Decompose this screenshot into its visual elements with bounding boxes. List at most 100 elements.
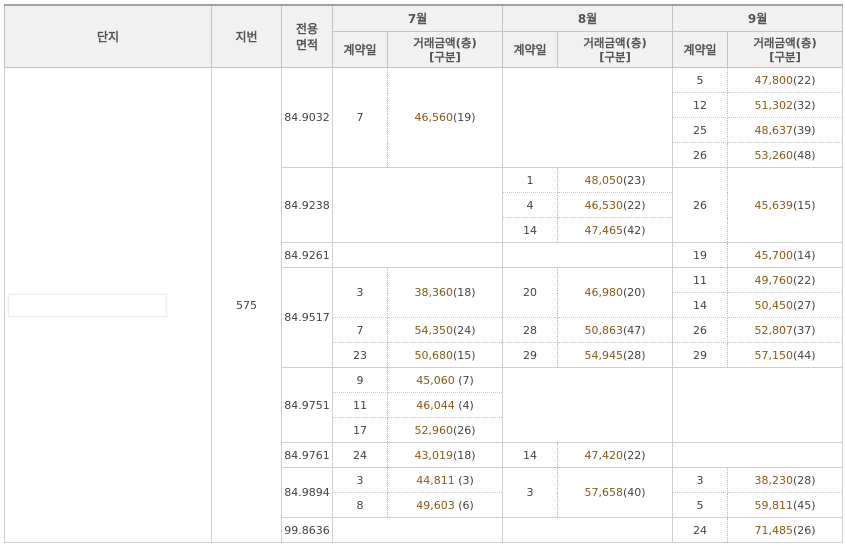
contract-day: 3: [332, 267, 388, 318]
floor-number: (47): [622, 323, 646, 337]
floor-number: (7): [454, 373, 474, 387]
price-amount: 57,150: [754, 348, 793, 362]
price-amount: 46,530: [584, 198, 623, 212]
jibun-cell: 575: [211, 67, 282, 543]
empty-cell: [502, 242, 674, 268]
trade-price: 52,807(37): [727, 317, 844, 343]
price-amount: 48,637: [754, 123, 793, 137]
price-amount: 54,945: [584, 348, 623, 362]
header-month-sep: 9월: [672, 4, 844, 32]
floor-number: (32): [792, 98, 816, 112]
trade-price: 50,450(27): [727, 292, 844, 318]
contract-day: 7: [332, 67, 388, 168]
floor-number: (15): [452, 348, 476, 362]
trade-price: 49,760(22): [727, 267, 844, 293]
price-amount: 49,760: [754, 273, 793, 287]
area-cell: 84.9751: [281, 367, 333, 443]
empty-cell: [672, 442, 844, 468]
header-price-line1: 거래금액(층): [413, 35, 477, 50]
contract-day: 3: [332, 467, 388, 493]
floor-number: (28): [622, 348, 646, 362]
contract-day: 20: [502, 267, 559, 318]
trade-price: 46,530(22): [557, 192, 674, 218]
header-price-aug: 거래금액(층) [구분]: [557, 31, 674, 68]
contract-day: 9: [332, 367, 388, 393]
price-amount: 38,360: [414, 286, 453, 299]
contract-day: 5: [672, 67, 729, 93]
floor-number: (3): [454, 473, 474, 487]
floor-number: (24): [452, 323, 476, 337]
area-cell: 84.9517: [281, 267, 333, 368]
complex-name-cell: [4, 67, 212, 543]
floor-number: (20): [622, 286, 646, 299]
price-amount: 53,260: [754, 148, 793, 162]
floor-number: (48): [792, 148, 816, 162]
price-amount: 50,680: [414, 348, 453, 362]
trade-price: 43,019(18): [387, 442, 504, 468]
price-amount: 51,302: [754, 98, 793, 112]
price-amount: 45,639: [754, 198, 793, 212]
header-jibun: 지번: [211, 4, 282, 68]
header-day-aug: 계약일: [502, 31, 559, 68]
trade-price: 46,044 (4): [387, 392, 504, 418]
price-amount: 59,811: [754, 498, 793, 512]
trade-price: 46,980(20): [557, 267, 674, 318]
price-amount: 47,800: [754, 73, 793, 87]
header-price-line2: [구분]: [599, 49, 631, 64]
header-price-line1: 거래금액(층): [753, 35, 817, 50]
empty-cell: [502, 367, 674, 443]
price-amount: 47,420: [584, 448, 623, 462]
floor-number: (22): [792, 273, 816, 287]
floor-number: (22): [792, 73, 816, 87]
area-cell: 84.9761: [281, 442, 333, 468]
floor-number: (18): [452, 448, 476, 462]
empty-cell: [332, 167, 504, 243]
empty-cell: [502, 67, 674, 168]
floor-number: (27): [792, 298, 816, 312]
trade-price: 38,360(18): [387, 267, 504, 318]
trade-price: 52,960(26): [387, 417, 504, 443]
header-month-jul: 7월: [331, 4, 504, 32]
price-amount: 38,230: [754, 473, 793, 487]
contract-day: 8: [332, 492, 388, 518]
area-cell: 84.9261: [281, 242, 333, 268]
trade-price: 50,680(15): [387, 342, 504, 368]
area-cell: 84.9032: [281, 67, 333, 168]
trade-price: 57,150(44): [727, 342, 844, 368]
empty-cell: [502, 517, 674, 543]
floor-number: (6): [454, 498, 474, 512]
trade-price: 50,863(47): [557, 317, 674, 343]
contract-day: 4: [502, 192, 559, 218]
header-price-sep: 거래금액(층) [구분]: [727, 31, 844, 68]
contract-day: 12: [672, 92, 729, 118]
floor-number: (22): [622, 198, 646, 212]
header-month-aug: 8월: [502, 4, 674, 32]
contract-day: 26: [672, 317, 729, 343]
contract-day: 29: [672, 342, 729, 368]
empty-cell: [672, 367, 844, 443]
contract-day: 26: [672, 142, 729, 168]
trade-price: 47,465(42): [557, 217, 674, 243]
contract-day: 14: [502, 442, 559, 468]
complex-name-redacted: [8, 293, 167, 317]
floor-number: (23): [622, 173, 646, 187]
contract-day: 11: [332, 392, 388, 418]
floor-number: (37): [792, 323, 816, 337]
contract-day: 25: [672, 117, 729, 143]
contract-day: 7: [332, 317, 388, 343]
trade-price: 53,260(48): [727, 142, 844, 168]
contract-day: 14: [502, 217, 559, 243]
price-amount: 45,060: [416, 373, 455, 387]
contract-day: 5: [672, 492, 729, 518]
header-price-jul: 거래금액(층) [구분]: [386, 31, 504, 68]
contract-day: 24: [332, 442, 388, 468]
price-amount: 71,485: [754, 523, 793, 537]
contract-day: 3: [502, 467, 559, 518]
trade-price: 48,637(39): [727, 117, 844, 143]
area-cell: 84.9238: [281, 167, 333, 243]
trade-price: 45,700(14): [727, 242, 844, 268]
area-cell: 99.8636: [281, 517, 333, 543]
contract-day: 26: [672, 167, 729, 243]
trade-price: 46,560(19): [387, 67, 504, 168]
header-price-line1: 거래금액(층): [583, 35, 647, 50]
